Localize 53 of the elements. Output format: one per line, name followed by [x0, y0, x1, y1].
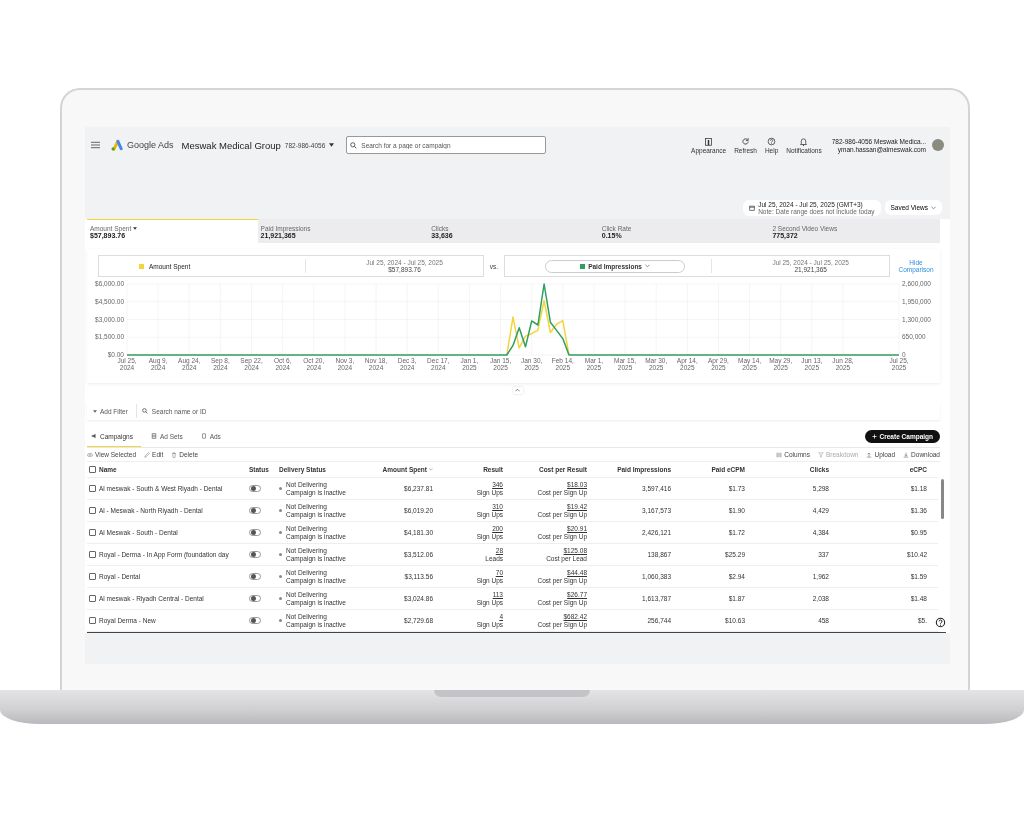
checkbox[interactable] — [89, 573, 96, 580]
status-toggle[interactable] — [249, 507, 261, 514]
status-dot — [279, 619, 282, 622]
avatar[interactable] — [932, 139, 944, 151]
status-toggle[interactable] — [249, 551, 261, 558]
product-name: Google Ads — [127, 140, 174, 150]
checkbox[interactable] — [89, 595, 96, 602]
list-icon — [150, 433, 157, 439]
chevron-icon — [515, 388, 520, 392]
status-dot — [279, 575, 282, 578]
caret-icon[interactable] — [329, 143, 335, 147]
pencil-icon — [144, 451, 151, 458]
search-icon — [141, 408, 148, 414]
columns-icon — [776, 451, 783, 458]
logo-icon — [110, 139, 123, 151]
caret-icon — [93, 409, 97, 413]
checkbox[interactable] — [89, 466, 96, 473]
status-toggle[interactable] — [249, 595, 261, 602]
status-toggle[interactable] — [249, 617, 261, 624]
refresh-icon — [741, 136, 750, 146]
status-dot — [279, 531, 282, 534]
search-icon — [350, 141, 358, 149]
help-icon[interactable] — [935, 617, 946, 628]
status-dot — [279, 553, 282, 556]
megaphone-icon — [91, 433, 97, 439]
filter-icon — [817, 451, 824, 458]
phone-icon — [200, 433, 207, 439]
status-dot — [279, 597, 282, 600]
download-icon — [903, 451, 910, 458]
checkbox[interactable] — [89, 485, 96, 492]
scrollbar[interactable] — [941, 479, 944, 519]
chevron-icon — [645, 264, 650, 268]
account-name[interactable]: Meswak Medical Group — [181, 139, 281, 151]
eye-icon — [87, 451, 93, 458]
checkbox[interactable] — [89, 507, 96, 514]
calendar-icon — [749, 204, 756, 211]
status-dot — [279, 509, 282, 512]
trash-icon — [171, 451, 178, 458]
status-toggle[interactable] — [249, 485, 261, 492]
checkbox[interactable] — [89, 529, 96, 536]
panel-icon — [704, 136, 714, 146]
plus-icon — [871, 434, 877, 439]
status-toggle[interactable] — [249, 529, 261, 536]
upload-icon — [866, 451, 873, 458]
status-dot — [279, 487, 282, 490]
caret-icon — [133, 226, 138, 230]
help-icon — [767, 136, 777, 146]
chevron-icon — [931, 205, 936, 210]
checkbox[interactable] — [89, 617, 96, 624]
bell-icon — [799, 136, 809, 146]
status-toggle[interactable] — [249, 573, 261, 580]
menu-icon[interactable] — [91, 141, 100, 149]
checkbox[interactable] — [89, 551, 96, 558]
